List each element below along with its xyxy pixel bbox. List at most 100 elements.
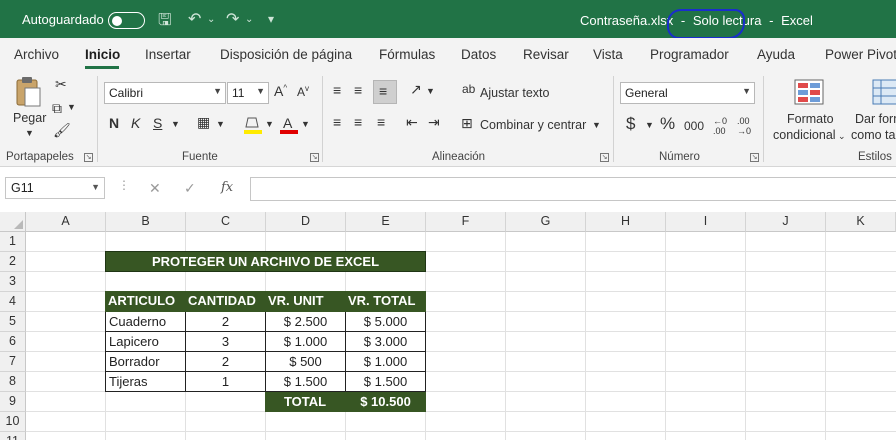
font-launcher-icon[interactable]: ↘ [310,153,319,162]
cell-vr-total[interactable]: $ 5.000 [346,312,426,332]
header-articulo[interactable]: ARTICULO [105,291,186,312]
column-header-d[interactable]: D [266,212,346,232]
clipboard-launcher-icon[interactable]: ↘ [84,153,93,162]
column-header-g[interactable]: G [506,212,586,232]
column-header-a[interactable]: A [26,212,106,232]
align-center-icon[interactable]: ≡ [354,114,362,130]
undo-icon[interactable]: ↶ [188,9,201,29]
tab-formulas[interactable]: Fórmulas [379,47,435,62]
tab-archivo[interactable]: Archivo [14,47,59,62]
font-size-select[interactable]: 11 ▼ [227,82,269,104]
wrap-text-icon[interactable]: ab [462,82,475,96]
cell-vr-unit[interactable]: $ 2.500 [266,312,346,332]
tab-revisar[interactable]: Revisar [523,47,569,62]
decrease-font-icon[interactable]: Av [297,84,309,99]
align-middle-icon[interactable]: ≡ [354,82,362,98]
font-name-select[interactable]: Calibri ▼ [104,82,226,104]
column-header-b[interactable]: B [106,212,186,232]
orientation-dropdown-icon[interactable]: ▼ [426,86,435,96]
percent-button[interactable]: % [660,114,675,134]
header-vr-unit[interactable]: VR. UNIT [265,291,346,312]
formula-input[interactable] [250,177,896,201]
format-painter-icon[interactable]: 🖌 [53,122,71,139]
row-header-7[interactable]: 7 [0,352,26,372]
column-header-i[interactable]: I [666,212,746,232]
currency-dropdown-icon[interactable]: ▼ [645,120,654,130]
row-header-10[interactable]: 10 [0,412,26,432]
column-header-f[interactable]: F [426,212,506,232]
align-left-icon[interactable]: ≡ [333,114,341,130]
tab-programador[interactable]: Programador [650,47,729,62]
tab-ayuda[interactable]: Ayuda [757,47,795,62]
copy-icon[interactable]: ⧉ [52,100,62,117]
save-icon[interactable]: 🖫 [158,9,172,36]
paste-button[interactable]: Pegar [13,111,46,125]
redo-icon[interactable]: ↷ [226,9,239,29]
row-header-5[interactable]: 5 [0,312,26,332]
row-header-2[interactable]: 2 [0,252,26,272]
decrease-indent-icon[interactable]: ⇤ [406,114,418,131]
row-header-8[interactable]: 8 [0,372,26,392]
thousands-button[interactable]: 000 [684,119,704,133]
increase-font-icon[interactable]: A^ [274,83,287,99]
customize-toolbar-icon[interactable]: ▾ [268,12,274,26]
paste-icon[interactable] [14,76,42,108]
tab-insertar[interactable]: Insertar [145,47,191,62]
cancel-icon[interactable]: ✕ [149,180,161,197]
underline-dropdown-icon[interactable]: ▼ [171,119,180,129]
format-as-table-line2[interactable]: como ta [851,128,895,142]
cell-articulo[interactable]: Cuaderno [106,312,186,332]
italic-button[interactable]: K [131,115,140,131]
format-as-table-icon[interactable] [872,79,896,105]
cell-cantidad[interactable]: 1 [186,372,266,392]
alignment-launcher-icon[interactable]: ↘ [600,153,609,162]
row-header-3[interactable]: 3 [0,272,26,292]
cell-vr-total[interactable]: $ 3.000 [346,332,426,352]
column-header-j[interactable]: J [746,212,826,232]
insert-function-button[interactable]: fx [221,180,233,195]
select-all-button[interactable] [0,212,26,232]
currency-button[interactable]: $ [626,114,635,134]
number-format-select[interactable]: General ▼ [620,82,755,104]
tab-disposicion[interactable]: Disposición de página [220,47,352,62]
header-vr-total[interactable]: VR. TOTAL [345,291,426,312]
underline-button[interactable]: S [153,115,162,131]
cell-vr-total[interactable]: $ 1.500 [346,372,426,392]
cut-icon[interactable]: ✂ [55,76,67,93]
merge-dropdown-icon[interactable]: ▼ [592,120,601,130]
wrap-text-button[interactable]: Ajustar texto [480,86,549,100]
conditional-format-icon[interactable] [794,79,824,105]
cell-articulo[interactable]: Lapicero [106,332,186,352]
align-bottom-button[interactable]: ≡ [373,80,397,104]
sheet-title[interactable]: PROTEGER UN ARCHIVO DE EXCEL [105,251,426,272]
paste-dropdown-icon[interactable]: ▼ [25,128,34,138]
align-top-icon[interactable]: ≡ [333,82,341,98]
more-options-icon[interactable]: ⋮ [118,178,130,192]
cell-cantidad[interactable]: 3 [186,332,266,352]
decrease-decimal-icon[interactable]: .00 →0 [737,116,751,136]
row-header-11[interactable]: 11 [0,432,26,440]
worksheet-grid[interactable]: A B C D E F G H I J K 1 2 3 4 5 6 7 8 9 … [0,212,896,440]
tab-vista[interactable]: Vista [593,47,623,62]
redo-dropdown-icon[interactable]: ⌄ [245,14,253,25]
cell-vr-total[interactable]: $ 1.000 [346,352,426,372]
row-header-4[interactable]: 4 [0,292,26,312]
conditional-format-dropdown-icon[interactable]: ⌄ [838,131,846,142]
increase-decimal-icon[interactable]: ←0.00 [713,116,727,136]
number-launcher-icon[interactable]: ↘ [750,153,759,162]
orientation-icon[interactable]: ↗ [410,81,422,98]
cell-articulo[interactable]: Borrador [106,352,186,372]
borders-dropdown-icon[interactable]: ▼ [216,119,225,129]
cell-vr-unit[interactable]: $ 500 [266,352,346,372]
row-header-9[interactable]: 9 [0,392,26,412]
row-header-6[interactable]: 6 [0,332,26,352]
copy-dropdown-icon[interactable]: ▼ [67,102,76,112]
enter-icon[interactable]: ✓ [184,180,196,197]
cell-cantidad[interactable]: 2 [186,352,266,372]
row-header-1[interactable]: 1 [0,232,26,252]
fill-color-dropdown-icon[interactable]: ▼ [265,119,274,129]
bold-button[interactable]: N [109,115,119,131]
name-box[interactable]: G11 ▼ [5,177,105,199]
borders-icon[interactable]: ▦ [197,114,210,131]
font-color-dropdown-icon[interactable]: ▼ [301,119,310,129]
